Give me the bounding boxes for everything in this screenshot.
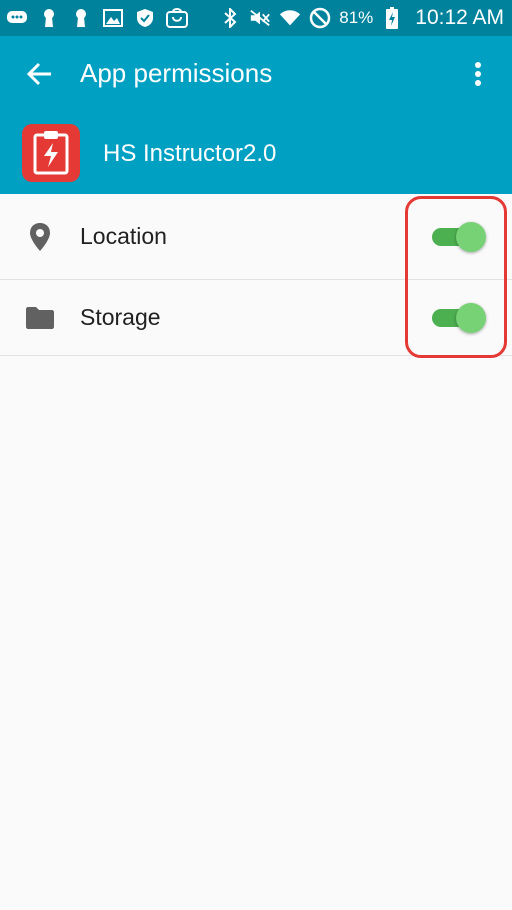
location-pin-icon bbox=[24, 221, 56, 253]
permission-label: Location bbox=[80, 223, 167, 249]
bag-icon bbox=[166, 7, 188, 29]
more-options-button[interactable] bbox=[460, 56, 496, 96]
wifi-icon bbox=[279, 7, 301, 29]
app-name: HS Instructor2.0 bbox=[103, 140, 277, 167]
folder-icon bbox=[24, 302, 56, 334]
page-title: App permissions bbox=[80, 58, 273, 88]
do-not-disturb-icon bbox=[309, 7, 331, 29]
image-icon bbox=[102, 7, 124, 29]
notification-icons bbox=[6, 7, 188, 29]
toggle-thumb bbox=[456, 302, 486, 333]
back-button[interactable] bbox=[18, 56, 62, 96]
permission-row-storage[interactable]: Storage bbox=[0, 280, 512, 356]
bluetooth-icon bbox=[219, 7, 241, 29]
keyhole-icon bbox=[70, 7, 92, 29]
arrow-back-icon bbox=[26, 62, 53, 91]
mute-icon bbox=[249, 7, 271, 29]
keyhole-icon bbox=[38, 7, 60, 29]
more-vert-icon bbox=[474, 61, 482, 92]
battery-percent: 81% bbox=[339, 8, 374, 27]
chat-icon bbox=[6, 7, 28, 29]
clock: 10:12 AM bbox=[415, 6, 504, 29]
toggle-thumb bbox=[456, 221, 486, 252]
shield-icon bbox=[134, 7, 156, 29]
permissions-list: Location Storage bbox=[0, 194, 512, 356]
app-icon bbox=[22, 124, 80, 182]
status-bar: 81% 10:12 AM bbox=[0, 0, 512, 36]
location-toggle[interactable] bbox=[430, 219, 490, 255]
permission-row-location[interactable]: Location bbox=[0, 194, 512, 280]
app-bar: App permissions HS Instructor2.0 bbox=[0, 36, 512, 194]
battery-charging-icon bbox=[381, 7, 403, 29]
permission-label: Storage bbox=[80, 304, 161, 330]
system-icons: 81% 10:12 AM bbox=[219, 6, 504, 30]
storage-toggle[interactable] bbox=[430, 300, 490, 336]
